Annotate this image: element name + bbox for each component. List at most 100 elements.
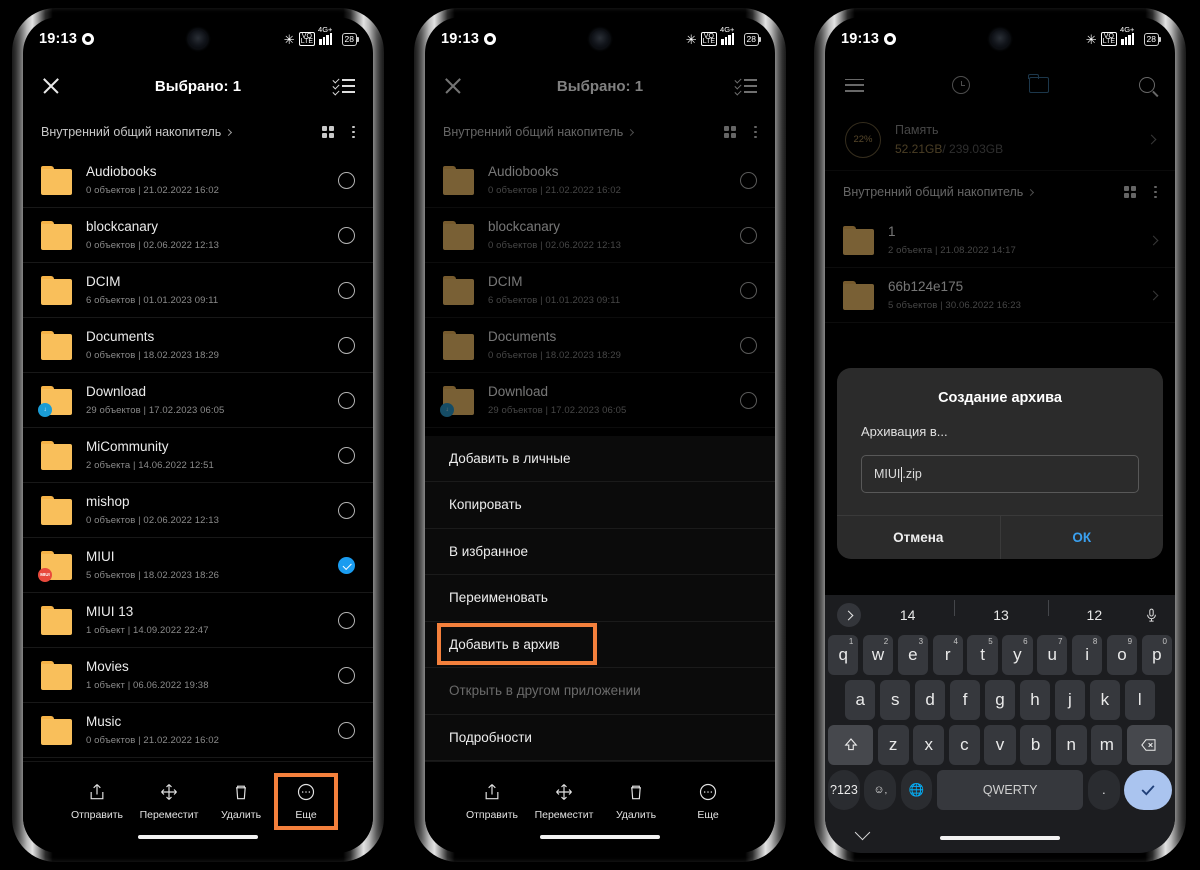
table-row[interactable]: Music 0 объектов | 21.02.2022 16:02: [23, 703, 373, 758]
key-a[interactable]: a: [845, 680, 876, 720]
select-all-icon[interactable]: [332, 76, 355, 96]
more-button[interactable]: Еще: [274, 773, 338, 830]
table-row[interactable]: 66b124e175 5 объектов | 30.06.2022 16:23: [825, 268, 1175, 323]
grid-view-icon[interactable]: [723, 125, 737, 139]
folder-tab-icon[interactable]: [1028, 73, 1049, 93]
shift-key[interactable]: [828, 725, 874, 765]
suggestion-item[interactable]: 12: [1047, 600, 1141, 623]
numeric-key[interactable]: ?123: [828, 770, 860, 810]
key-j[interactable]: j: [1054, 680, 1086, 720]
backspace-key[interactable]: [1126, 725, 1172, 765]
overflow-menu-icon[interactable]: [1154, 185, 1157, 199]
key-s[interactable]: s: [879, 680, 911, 720]
key-w[interactable]: w2: [862, 635, 894, 675]
select-checkbox[interactable]: [338, 391, 355, 409]
table-row[interactable]: Documents 0 объектов | 18.02.2023 18:29: [425, 318, 775, 373]
send-button[interactable]: Отправить: [61, 776, 133, 827]
select-checkbox[interactable]: [338, 611, 355, 629]
emoji-key[interactable]: ☺,: [864, 770, 897, 810]
select-checkbox[interactable]: [740, 391, 757, 409]
table-row[interactable]: ↓ Download 29 объектов | 17.02.2023 06:05: [23, 373, 373, 428]
select-checkbox[interactable]: [740, 226, 757, 244]
select-checkbox[interactable]: [338, 226, 355, 244]
expand-suggestions-icon[interactable]: [837, 603, 861, 627]
period-key[interactable]: .: [1087, 770, 1120, 810]
key-f[interactable]: f: [949, 680, 981, 720]
select-all-icon[interactable]: [734, 76, 757, 96]
table-row[interactable]: mishop 0 объектов | 02.06.2022 12:13: [23, 483, 373, 538]
suggestion-item[interactable]: 13: [954, 600, 1047, 623]
key-h[interactable]: h: [1019, 680, 1051, 720]
key-e[interactable]: e3: [897, 635, 929, 675]
select-checkbox[interactable]: [338, 721, 355, 739]
table-row[interactable]: MIUI MIUI 5 объектов | 18.02.2023 18:26: [23, 538, 373, 593]
key-g[interactable]: g: [984, 680, 1016, 720]
key-u[interactable]: u7: [1037, 635, 1068, 675]
key-b[interactable]: b: [1020, 725, 1052, 765]
select-checkbox[interactable]: [338, 171, 355, 189]
key-l[interactable]: l: [1124, 680, 1155, 720]
table-row[interactable]: blockcanary 0 объектов | 02.06.2022 12:13: [425, 208, 775, 263]
suggestion-item[interactable]: 14: [861, 607, 954, 623]
menu-item[interactable]: Переименовать: [425, 575, 775, 622]
overflow-menu-icon[interactable]: [754, 125, 757, 139]
recent-icon[interactable]: [952, 76, 971, 94]
key-z[interactable]: z: [877, 725, 909, 765]
key-o[interactable]: o9: [1106, 635, 1138, 675]
select-checkbox[interactable]: [338, 556, 355, 574]
table-row[interactable]: Documents 0 объектов | 18.02.2023 18:29: [23, 318, 373, 373]
menu-item-add-to-archive[interactable]: Добавить в архив: [437, 623, 597, 666]
table-row[interactable]: Audiobooks 0 объектов | 21.02.2022 16:02: [23, 153, 373, 208]
select-checkbox[interactable]: [338, 666, 355, 684]
grid-view-icon[interactable]: [321, 125, 335, 139]
key-d[interactable]: d: [914, 680, 946, 720]
key-n[interactable]: n: [1055, 725, 1087, 765]
move-button[interactable]: Переместит: [528, 776, 600, 827]
table-row[interactable]: ↓ Download 29 объектов | 17.02.2023 06:05: [425, 373, 775, 428]
table-row[interactable]: 1 2 объекта | 21.08.2022 14:17: [825, 213, 1175, 268]
overflow-menu-icon[interactable]: [352, 125, 355, 139]
breadcrumb-3[interactable]: Внутренний общий накопитель: [825, 171, 1175, 213]
key-p[interactable]: p0: [1141, 635, 1172, 675]
select-checkbox[interactable]: [338, 446, 355, 464]
select-checkbox[interactable]: [338, 501, 355, 519]
table-row[interactable]: blockcanary 0 объектов | 02.06.2022 12:13: [23, 208, 373, 263]
select-checkbox[interactable]: [740, 171, 757, 189]
key-k[interactable]: k: [1089, 680, 1121, 720]
menu-item[interactable]: В избранное: [425, 529, 775, 575]
delete-button[interactable]: Удалить: [600, 776, 672, 827]
breadcrumb[interactable]: Внутренний общий накопитель: [425, 111, 775, 153]
key-v[interactable]: v: [984, 725, 1016, 765]
table-row[interactable]: Audiobooks 0 объектов | 21.02.2022 16:02: [425, 153, 775, 208]
archive-name-input[interactable]: MIUI .zip: [861, 455, 1139, 493]
key-c[interactable]: c: [948, 725, 980, 765]
menu-item[interactable]: Копировать: [425, 482, 775, 529]
microphone-icon[interactable]: [1141, 607, 1163, 624]
enter-confirm-key[interactable]: [1124, 770, 1172, 810]
breadcrumb[interactable]: Внутренний общий накопитель: [23, 111, 373, 153]
key-i[interactable]: i8: [1071, 635, 1103, 675]
language-globe-key[interactable]: 🌐: [900, 770, 933, 810]
move-button[interactable]: Переместит: [133, 776, 205, 827]
select-checkbox[interactable]: [338, 281, 355, 299]
select-checkbox[interactable]: [740, 281, 757, 299]
close-icon[interactable]: [443, 76, 463, 96]
key-t[interactable]: t5: [967, 635, 998, 675]
space-key[interactable]: QWERTY: [936, 770, 1084, 810]
key-m[interactable]: m: [1091, 725, 1123, 765]
search-icon[interactable]: [1139, 77, 1155, 93]
send-button[interactable]: Отправить: [456, 776, 528, 827]
menu-item[interactable]: Подробности: [425, 715, 775, 761]
table-row[interactable]: MiCommunity 2 объекта | 14.06.2022 12:51: [23, 428, 373, 483]
select-checkbox[interactable]: [338, 336, 355, 354]
storage-summary-row[interactable]: 22% Память 52.21GB/ 239.03GB: [825, 109, 1175, 171]
ok-button[interactable]: ОК: [1001, 516, 1164, 559]
hide-keyboard-icon[interactable]: [854, 824, 871, 840]
key-y[interactable]: y6: [1002, 635, 1033, 675]
table-row[interactable]: DCIM 6 объектов | 01.01.2023 09:11: [23, 263, 373, 318]
close-icon[interactable]: [41, 76, 61, 96]
menu-icon[interactable]: [845, 78, 864, 92]
table-row[interactable]: Movies 1 объект | 06.06.2022 19:38: [23, 648, 373, 703]
menu-item[interactable]: Добавить в личные: [425, 436, 775, 482]
select-checkbox[interactable]: [740, 336, 757, 354]
